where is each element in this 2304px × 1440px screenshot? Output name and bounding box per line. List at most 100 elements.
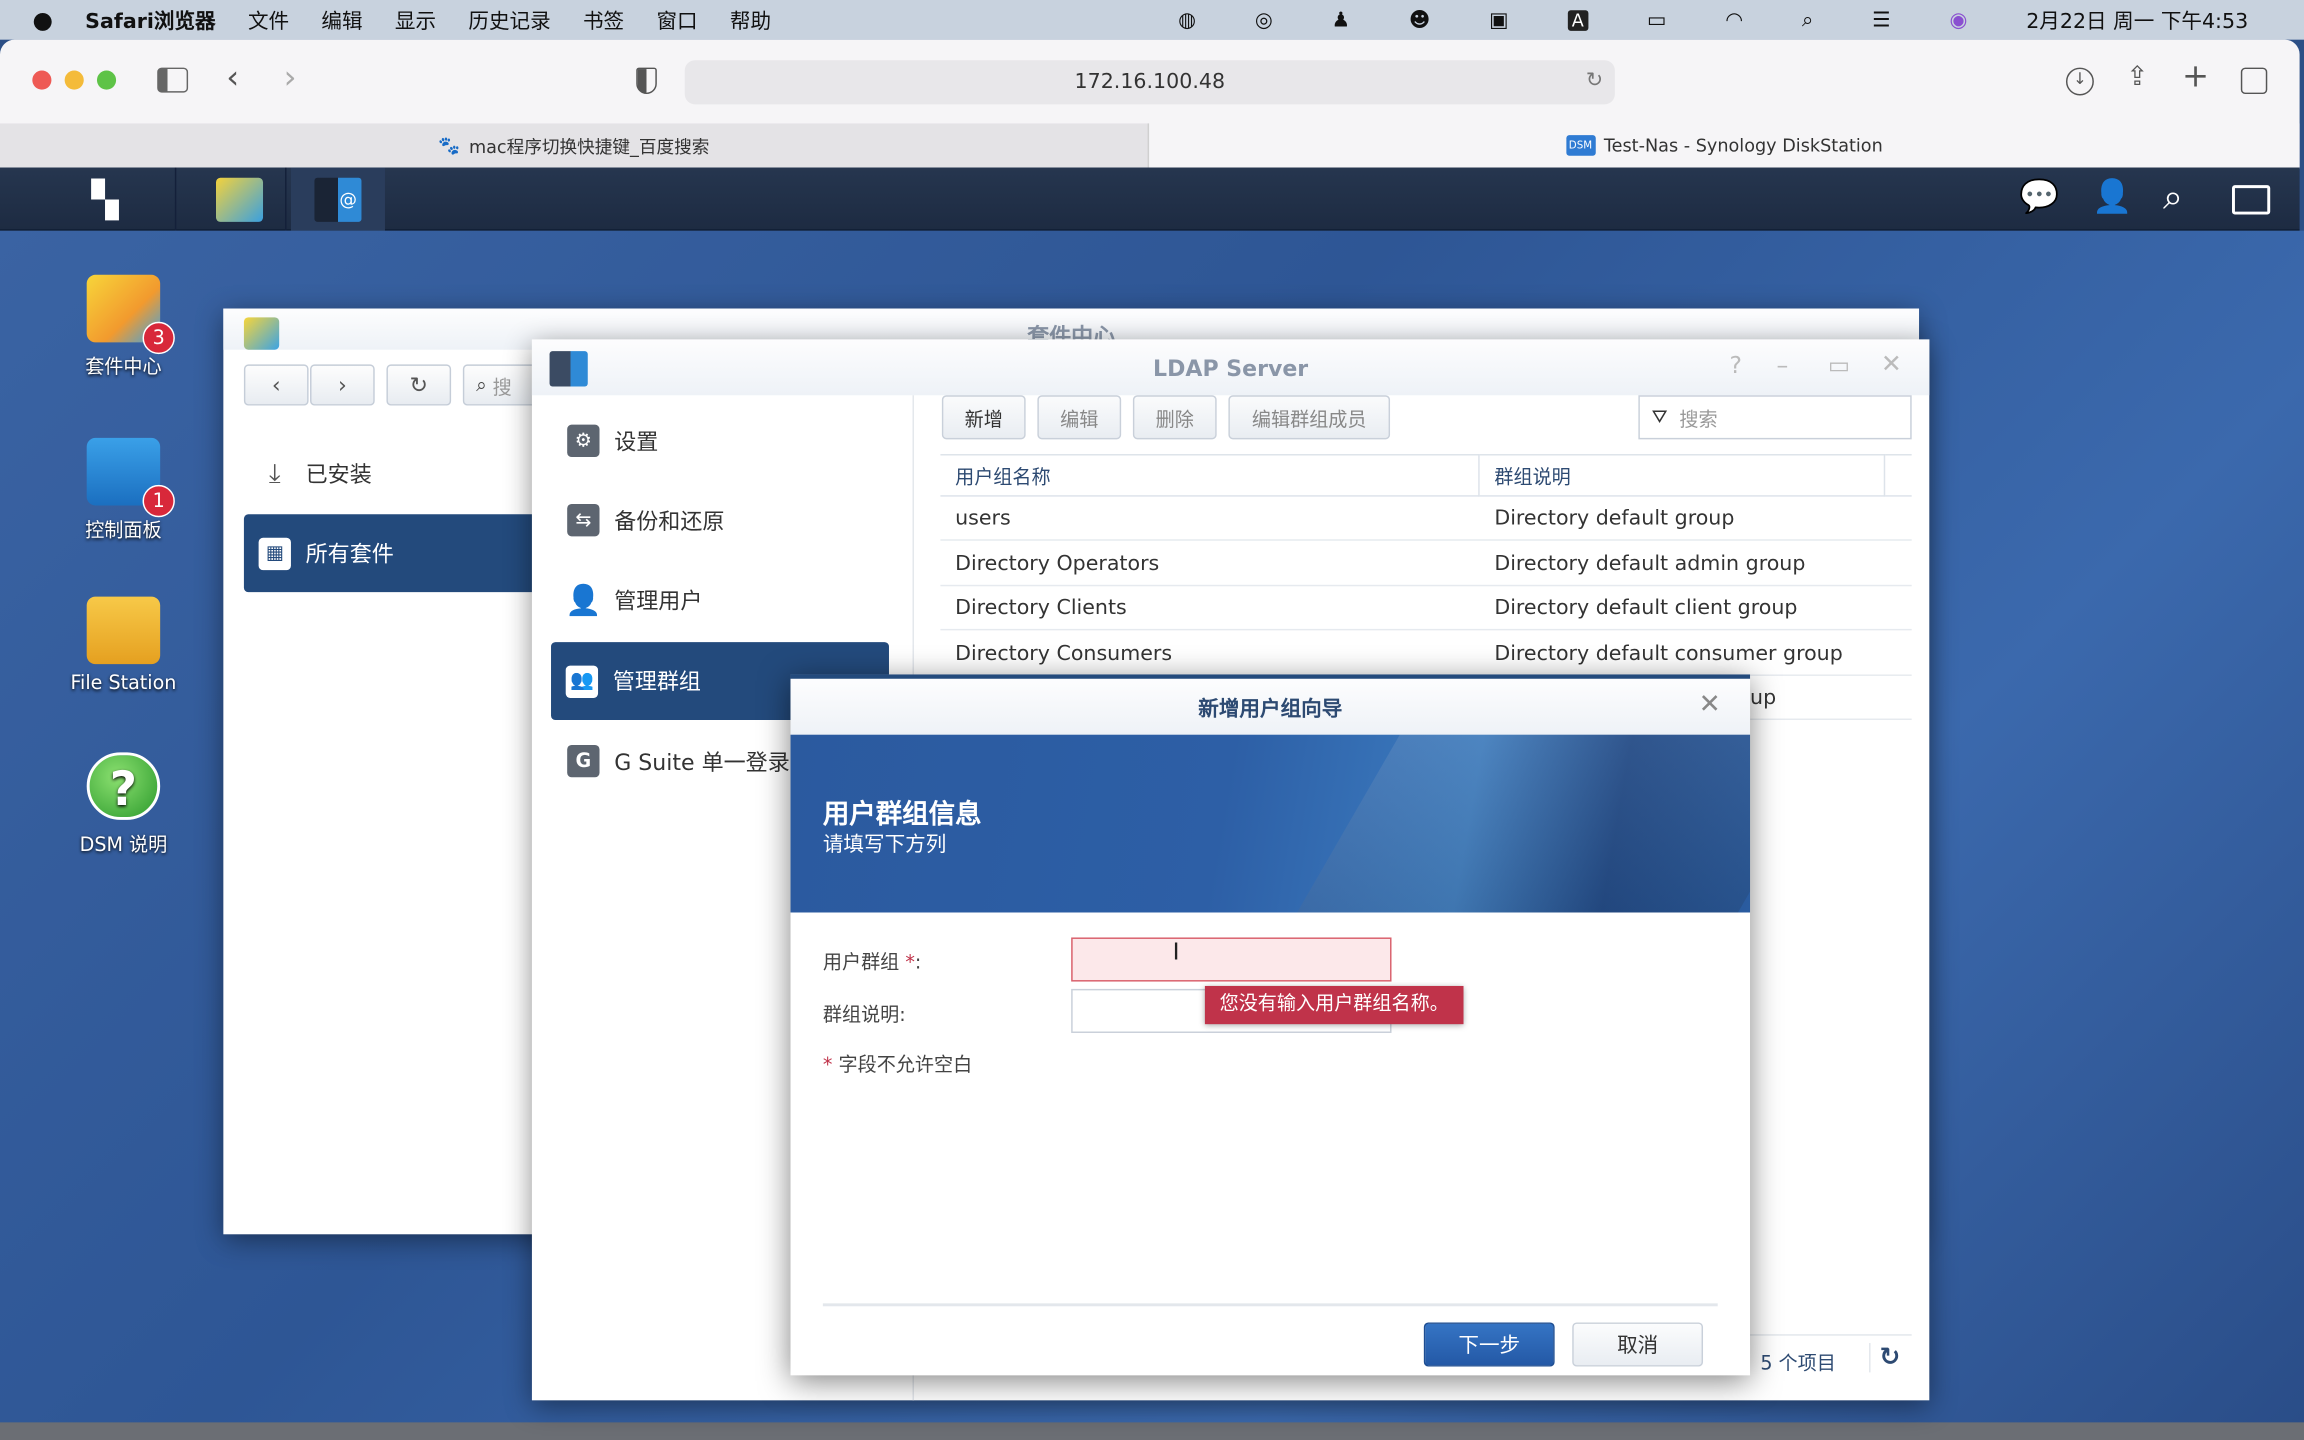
tab-label: Test-Nas - Synology DiskStation (1603, 135, 1883, 156)
qq-icon[interactable]: ♟ (1332, 8, 1350, 32)
table-row[interactable]: Directory Operators Directory default adm… (940, 542, 1912, 587)
menu-view[interactable]: 显示 (395, 5, 436, 34)
control-center-icon[interactable]: ☰ (1872, 8, 1890, 32)
window-title: LDAP Server (1153, 355, 1309, 383)
baidu-paw-icon: 🐾 (438, 135, 461, 156)
menu-bookmarks[interactable]: 书签 (583, 5, 624, 34)
wifi-icon[interactable]: ◠ (1725, 8, 1743, 32)
privacy-shield-icon[interactable] (636, 67, 657, 95)
close-window-button[interactable] (32, 70, 52, 90)
sidebar-item-backup-restore[interactable]: ⇆ 备份和还原 (552, 482, 890, 558)
desktop-icon-file-station[interactable]: File Station (50, 596, 197, 695)
clock[interactable]: 2月22日 周一 下午4:53 (2026, 5, 2248, 34)
table-row[interactable]: Directory Consumers Directory default con… (940, 632, 1912, 676)
column-header-name[interactable]: 用户组名称 (940, 454, 1480, 497)
desktop-icon-dsm-help[interactable]: ? DSM 说明 (50, 752, 197, 857)
nav-all-packages[interactable]: ▦ 所有套件 (243, 514, 538, 593)
battery-icon[interactable]: ▭ (1647, 8, 1666, 32)
icon-label: 套件中心 (85, 357, 162, 380)
wechat-icon[interactable]: ◍ (1178, 8, 1196, 32)
refresh-icon[interactable]: ↻ (1869, 1343, 1900, 1373)
share-icon[interactable]: ⇪ (2126, 62, 2148, 93)
menu-help[interactable]: 帮助 (730, 5, 771, 34)
forward-icon[interactable]: › (284, 60, 297, 97)
forward-button[interactable]: › (310, 364, 375, 406)
close-icon[interactable]: ✕ (1699, 689, 1721, 720)
filter-icon: ⛛ (1651, 406, 1668, 429)
dsm-taskbar: ▚ @ 💬 👤 ⌕ (0, 167, 2300, 231)
widgets-icon[interactable] (2232, 185, 2271, 215)
close-icon[interactable]: ✕ (1881, 350, 1902, 379)
macos-menubar: ● Safari浏览器 文件 编辑 显示 历史记录 书签 窗口 帮助 ◍ ◎ ♟… (0, 0, 2304, 40)
minimize-window-button[interactable] (64, 70, 84, 90)
face-icon[interactable]: ☻ (1409, 8, 1430, 32)
menu-file[interactable]: 文件 (248, 5, 289, 34)
group-name-input[interactable] (1071, 937, 1392, 982)
gsuite-icon: G (567, 744, 600, 778)
window-title-bar: LDAP Server ? – ▭ ✕ (531, 339, 1930, 396)
menu-edit[interactable]: 编辑 (321, 5, 362, 34)
minimize-icon[interactable]: – (1776, 351, 1788, 379)
search-icon[interactable]: ⌕ (2163, 176, 2183, 217)
dialog-title-bar: 新增用户组向导 ✕ (790, 678, 1751, 735)
sidebar-item-manage-users[interactable]: 👤 管理用户 (552, 561, 890, 637)
item-count: 5 个项目 (1760, 1353, 1836, 1376)
back-icon[interactable]: ‹ (226, 60, 239, 97)
delete-button[interactable]: 删除 (1132, 395, 1217, 440)
desktop-icon-package-center[interactable]: 3 套件中心 (50, 274, 197, 380)
siri-icon[interactable]: ◉ (1949, 8, 1967, 32)
cancel-button[interactable]: 取消 (1572, 1322, 1704, 1367)
group-icon: 👥 (565, 664, 599, 698)
refresh-button[interactable]: ↻ (386, 364, 452, 406)
sidebar-item-settings[interactable]: ⚙ 设置 (552, 403, 890, 479)
screenshot-icon[interactable]: ▣ (1489, 8, 1508, 32)
table-row[interactable]: users Directory default group (940, 497, 1912, 541)
taskbar-package-center[interactable] (192, 167, 287, 231)
nav-installed[interactable]: ⤓ 已安装 (244, 435, 538, 511)
taskbar-ldap-server[interactable]: @ (290, 167, 385, 231)
new-tab-icon[interactable]: + (2182, 59, 2209, 96)
input-method-icon[interactable]: A (1567, 9, 1589, 31)
maximize-icon[interactable]: ▭ (1828, 351, 1850, 379)
user-icon[interactable]: 👤 (2092, 179, 2132, 216)
filter-search-input[interactable]: ⛛ 搜索 (1638, 395, 1912, 440)
banner-subtitle: 请填写下方列 (822, 833, 947, 857)
zoom-window-button[interactable] (96, 70, 117, 90)
notification-badge: 3 (142, 321, 175, 355)
main-menu-button[interactable]: ▚ (35, 167, 177, 231)
add-button[interactable]: 新增 (941, 395, 1026, 440)
search-icon: ⌕ (476, 373, 487, 397)
desktop-icon-control-panel[interactable]: 1 控制面板 (50, 437, 197, 543)
file-station-folder-icon (86, 596, 161, 665)
sidebar-toggle-icon[interactable] (157, 67, 189, 93)
tab-overview-icon[interactable] (2240, 67, 2268, 95)
notifications-icon[interactable]: 💬 (2019, 179, 2059, 216)
download-icon[interactable]: ↓ (2065, 67, 2094, 96)
group-name-label: 用户群组 *: (822, 952, 922, 975)
dialog-title: 新增用户组向导 (1198, 697, 1343, 722)
tab-baidu[interactable]: 🐾 mac程序切换快捷键_百度搜索 (0, 123, 1150, 168)
wizard-banner: 用户群组信息 请填写下方列 (790, 734, 1751, 913)
spotlight-icon[interactable]: ⌕ (1802, 8, 1814, 32)
menu-window[interactable]: 窗口 (656, 5, 697, 34)
group-description-label: 群组说明: (822, 1005, 906, 1028)
menu-app[interactable]: Safari浏览器 (85, 5, 215, 34)
column-header-description[interactable]: 群组说明 (1479, 454, 1886, 497)
menu-history[interactable]: 历史记录 (468, 5, 550, 34)
next-button[interactable]: 下一步 (1423, 1322, 1555, 1367)
tab-diskstation[interactable]: DSM Test-Nas - Synology DiskStation (1149, 123, 2300, 167)
url-text: 172.16.100.48 (1074, 70, 1226, 95)
text-cursor-icon: I (1172, 937, 1180, 966)
help-icon[interactable]: ? (1729, 351, 1741, 379)
icon-label: 控制面板 (85, 520, 162, 543)
reload-icon[interactable]: ↻ (1586, 69, 1603, 93)
table-row[interactable]: Directory Clients Directory default clien… (940, 586, 1912, 631)
back-button[interactable]: ‹ (243, 364, 309, 406)
address-bar[interactable]: 172.16.100.48 ↻ (684, 60, 1615, 105)
required-note: * 字段不允许空白 (822, 1055, 973, 1078)
edit-button[interactable]: 编辑 (1037, 395, 1122, 440)
edit-members-button[interactable]: 编辑群组成员 (1228, 395, 1391, 440)
podcast-icon[interactable]: ◎ (1255, 8, 1273, 32)
dock-edge (0, 1422, 2304, 1440)
apple-menu-icon[interactable]: ● (32, 6, 53, 34)
